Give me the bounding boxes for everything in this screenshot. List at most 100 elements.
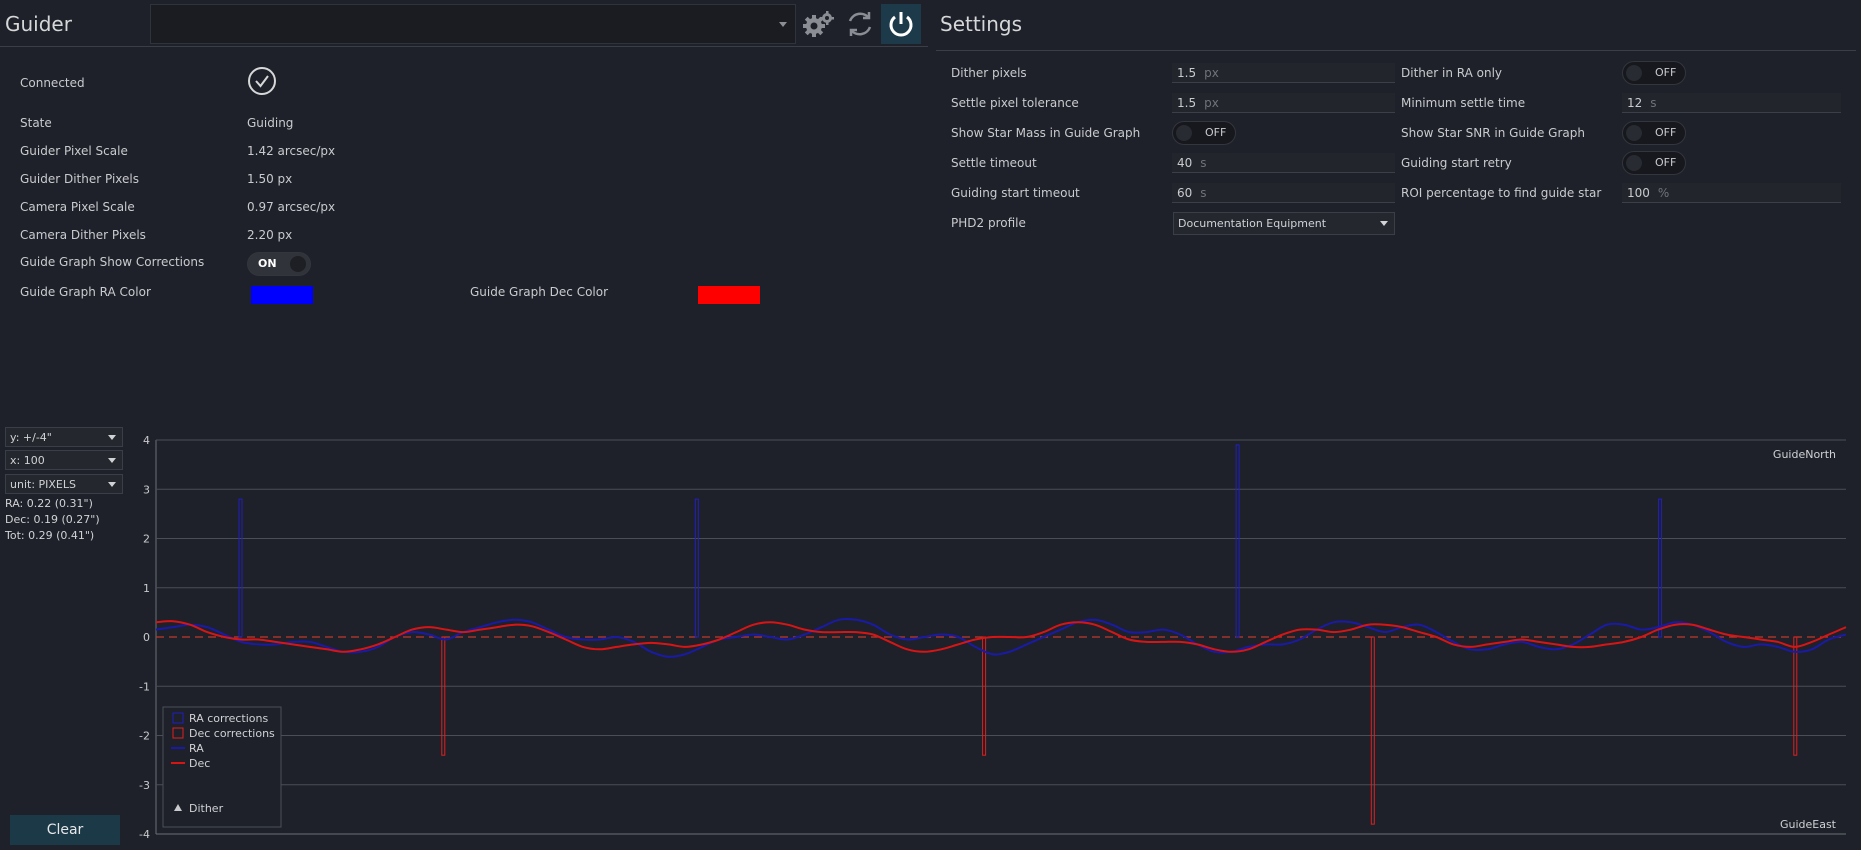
chevron-down-icon [108, 458, 116, 463]
guide-east-label: GuideEast [1780, 818, 1837, 831]
settings-separator [936, 50, 1856, 51]
dither-pixels-label: Dither pixels [951, 66, 1027, 80]
legend-label: RA [189, 742, 204, 755]
y-tick-label: -1 [139, 680, 150, 693]
show-star-mass-toggle[interactable]: OFF [1172, 121, 1236, 145]
unit-select[interactable]: unit: PIXELS [5, 474, 123, 494]
dither-pixels-unit: px [1204, 66, 1219, 80]
settle-timeout-input[interactable]: 40 s [1172, 153, 1395, 173]
phd2-profile-select[interactable]: Documentation Equipment [1173, 212, 1395, 235]
y-tick-label: -3 [139, 779, 150, 792]
rms-ra: RA: 0.22 (0.31") [5, 497, 93, 510]
roi-percentage-unit: % [1657, 186, 1670, 200]
minimum-settle-time-input[interactable]: 12 s [1622, 93, 1841, 113]
show-corrections-state: ON [258, 257, 277, 270]
ra-correction-bar [238, 498, 243, 638]
y-tick-label: -4 [139, 828, 150, 841]
y-tick-label: -2 [139, 730, 150, 743]
dec-color-label: Guide Graph Dec Color [470, 285, 609, 299]
check-circle-icon [247, 66, 277, 99]
settle-timeout-value: 40 [1177, 156, 1193, 170]
roi-percentage-value: 100 [1627, 186, 1650, 200]
dither-pixels-input[interactable]: 1.5 px [1172, 63, 1395, 83]
clear-button[interactable]: Clear [10, 815, 120, 845]
dec-color-swatch[interactable] [698, 286, 760, 304]
y-tick-label: 2 [143, 533, 150, 546]
ra-color-label: Guide Graph RA Color [20, 285, 151, 299]
legend-label: Dec corrections [189, 727, 275, 740]
guiding-start-timeout-unit: s [1200, 186, 1207, 200]
guiding-start-timeout-input[interactable]: 60 s [1172, 183, 1395, 203]
camera-pixel-scale-label: Camera Pixel Scale [20, 200, 135, 214]
show-star-mass-state: OFF [1205, 126, 1227, 139]
guiding-start-retry-label: Guiding start retry [1401, 156, 1512, 170]
chevron-down-icon [108, 435, 116, 440]
guider-dither-pixels-label: Guider Dither Pixels [20, 172, 140, 186]
legend-label: Dither [189, 802, 224, 815]
show-star-mass-label: Show Star Mass in Guide Graph [951, 126, 1141, 140]
show-corrections-toggle[interactable]: ON [247, 252, 311, 276]
toggle-knob [1626, 125, 1642, 141]
y-scale-value: y: +/-4" [10, 431, 52, 444]
ra-color-swatch[interactable] [251, 286, 313, 304]
dec-correction-bar [1370, 636, 1375, 825]
phd2-profile-value: Documentation Equipment [1178, 217, 1327, 230]
power-icon[interactable] [881, 4, 921, 44]
ra-correction-bar [1658, 498, 1663, 638]
legend-label: Dec [189, 757, 210, 770]
dither-ra-only-toggle[interactable]: OFF [1622, 61, 1686, 85]
camera-dither-pixels-label: Camera Dither Pixels [20, 228, 146, 242]
x-scale-select[interactable]: x: 100 [5, 450, 123, 470]
rms-dec: Dec: 0.19 (0.27") [5, 513, 100, 526]
guide-graph: 4 3 2 1 0 -1 -2 -3 -4 GuideNorth GuideEast RA corre… [139, 434, 1847, 841]
gears-icon[interactable] [801, 6, 837, 42]
chevron-down-icon [1380, 221, 1388, 226]
toggle-knob [1626, 155, 1642, 171]
y-tick-label: 1 [143, 582, 150, 595]
x-scale-value: x: 100 [10, 454, 45, 467]
minimum-settle-time-label: Minimum settle time [1401, 96, 1526, 110]
dither-ra-only-label: Dither in RA only [1401, 66, 1503, 80]
dither-pixels-value: 1.5 [1177, 66, 1197, 80]
refresh-icon[interactable] [842, 6, 878, 42]
guider-separator [0, 46, 928, 47]
connected-label: Connected [20, 76, 85, 90]
guider-pixel-scale-value: 1.42 arcsec/px [247, 144, 336, 158]
toggle-knob [1176, 125, 1192, 141]
ra-correction-bar [694, 498, 699, 638]
guider-pixel-scale-label: Guider Pixel Scale [20, 144, 128, 158]
unit-value: unit: PIXELS [10, 478, 76, 491]
settle-pixel-tolerance-label: Settle pixel tolerance [951, 96, 1079, 110]
guider-title: Guider [5, 12, 72, 36]
state-label: State [20, 116, 52, 130]
y-tick-label: 4 [143, 434, 150, 447]
roi-percentage-label: ROI percentage to find guide star [1401, 186, 1602, 200]
settle-pixel-tolerance-input[interactable]: 1.5 px [1172, 93, 1395, 113]
guiding-start-timeout-value: 60 [1177, 186, 1193, 200]
dither-ra-only-state: OFF [1655, 66, 1677, 79]
state-value: Guiding [247, 116, 294, 130]
guide-north-label: GuideNorth [1773, 448, 1836, 461]
roi-percentage-input[interactable]: 100% [1622, 183, 1841, 203]
y-tick-label: 3 [143, 483, 150, 496]
settle-pixel-tolerance-value: 1.5 [1177, 96, 1197, 110]
show-star-snr-toggle[interactable]: OFF [1622, 121, 1686, 145]
chevron-down-icon [108, 482, 116, 487]
y-scale-select[interactable]: y: +/-4" [5, 427, 123, 447]
show-star-snr-state: OFF [1655, 126, 1677, 139]
settle-timeout-unit: s [1200, 156, 1207, 170]
toggle-knob [290, 256, 306, 272]
phd2-profile-label: PHD2 profile [951, 216, 1026, 230]
settle-timeout-label: Settle timeout [951, 156, 1037, 170]
toggle-knob [1626, 65, 1642, 81]
show-star-snr-label: Show Star SNR in Guide Graph [1401, 126, 1585, 140]
guiding-start-retry-toggle[interactable]: OFF [1622, 151, 1686, 175]
dec-correction-bar [441, 636, 446, 756]
guiding-start-timeout-label: Guiding start timeout [951, 186, 1080, 200]
chevron-down-icon [779, 22, 787, 27]
camera-dither-pixels-value: 2.20 px [247, 228, 293, 242]
guider-device-select[interactable] [150, 4, 796, 44]
settings-title: Settings [940, 12, 1023, 36]
guiding-start-retry-state: OFF [1655, 156, 1677, 169]
dec-correction-bar [982, 636, 987, 756]
